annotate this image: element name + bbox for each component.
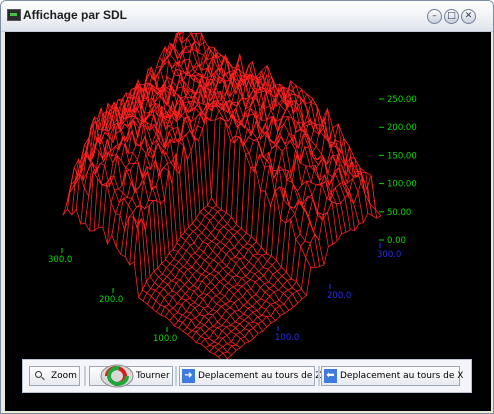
left-axis-label: 300.0 (48, 255, 72, 265)
rotate-z-label: Deplacement au tours de Z (198, 371, 322, 381)
tourner-label: Tourner (136, 371, 170, 381)
minimize-button[interactable]: – (427, 9, 442, 24)
mesh-row (159, 46, 351, 230)
arrow-right-icon: ➜ (182, 369, 195, 383)
app-icon (7, 9, 21, 21)
z-axis-label: 200.00 (387, 123, 417, 133)
left-axis-label: 100.0 (153, 334, 177, 344)
z-axis-label: 50.00 (387, 208, 411, 218)
close-button[interactable]: ✕ (461, 9, 476, 24)
left-axis-label: 200.0 (99, 295, 123, 305)
rotate-x-label: Deplacement au tours de X (340, 371, 464, 381)
rotate-z-button[interactable]: ➜ Deplacement au tours de Z (179, 366, 321, 386)
minimize-icon: – (432, 11, 437, 21)
tourner-button[interactable]: Tourner (89, 364, 173, 388)
zoom-button[interactable]: Zoom (29, 366, 80, 386)
mesh-col (93, 46, 222, 231)
rotate-icon (100, 364, 134, 388)
z-axis-label: 0.00 (387, 236, 406, 246)
z-axis-label: 250.00 (387, 95, 417, 105)
maximize-button[interactable]: □ (444, 9, 459, 24)
right-axis-label: 300.0 (377, 250, 401, 260)
surface-plot: 250.00 200.00 150.00 100.00 50.00 0.00 300.0 2… (48, 32, 417, 363)
close-icon: ✕ (464, 11, 473, 21)
maximize-icon: □ (447, 11, 456, 21)
z-axis-label: 150.00 (387, 151, 417, 161)
render-canvas[interactable]: 250.00 200.00 150.00 100.00 50.00 0.00 300.0 2… (5, 32, 491, 411)
z-axis-label: 100.00 (387, 180, 417, 190)
window-title: Affichage par SDL (23, 8, 128, 22)
right-axis-label: 100.0 (275, 333, 299, 343)
right-axis-label: 200.0 (327, 291, 351, 301)
zoom-icon (35, 371, 42, 378)
zoom-label: Zoom (51, 371, 77, 381)
mesh-col (191, 123, 343, 339)
rotate-x-button[interactable]: ⬅ Deplacement au tours de X (321, 366, 464, 386)
wireframe-mesh (62, 32, 382, 363)
separator (84, 366, 86, 386)
main-window: Affichage par SDL – □ ✕ 250.00 200.00 150.… (0, 0, 494, 414)
separator (318, 366, 320, 386)
title-bar[interactable]: Affichage par SDL – □ ✕ (1, 1, 493, 32)
separator (175, 366, 177, 386)
z-axis: 250.00 200.00 150.00 100.00 50.00 0.00 (379, 95, 417, 246)
toolbar: Zoom Tourner ➜ Deplacement au tours de Z… (22, 359, 472, 393)
arrow-left-icon: ⬅ (324, 369, 337, 383)
